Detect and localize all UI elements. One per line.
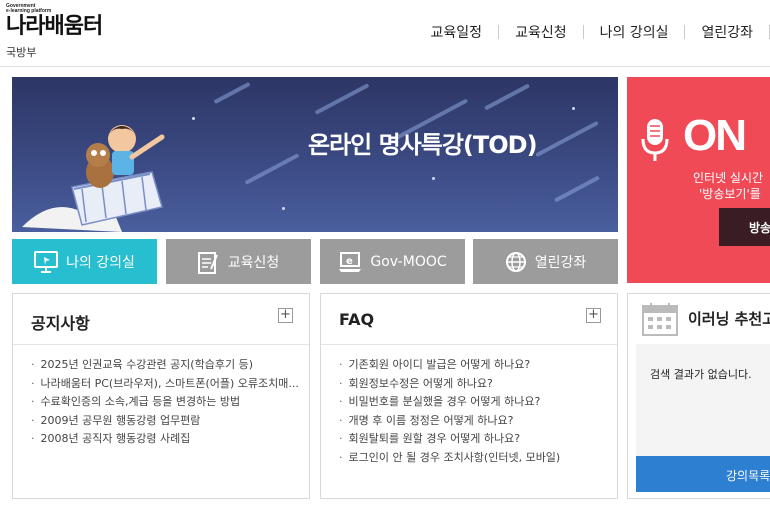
my-classroom-label: 나의 강의실 [66, 254, 135, 271]
faq-item[interactable]: 회원정보수정은 어떻게 하나요? [339, 375, 560, 394]
monitor-icon [34, 250, 59, 273]
live-description-1: 인터넷 실시간 [693, 171, 764, 185]
notice-title: 공지사항 [31, 314, 90, 333]
tod-banner[interactable]: 온라인 명사특강(TOD) [12, 77, 618, 232]
notice-list: 2025년 인권교육 수강관련 공지(학습후기 등) 나라배움터 PC(브라우저… [31, 356, 299, 449]
live-description-2: '방송보기'를 [699, 187, 761, 201]
open-lecture-button[interactable]: 열린강좌 [473, 239, 618, 284]
banner-streak [213, 81, 251, 105]
main-nav: 교육일정 교육신청 나의 강의실 열린강좌 [415, 20, 770, 44]
watch-broadcast-button[interactable]: 방송 [719, 208, 770, 246]
flying-bed-illustration [22, 125, 165, 232]
gov-mooc-button[interactable]: e Gov-MOOC [320, 239, 465, 284]
banner-streak [483, 83, 531, 111]
organization-name: 국방부 [6, 46, 37, 59]
banner-star [432, 177, 435, 180]
nav-item-apply[interactable]: 교육신청 [499, 22, 583, 42]
nav-item-schedule[interactable]: 교육일정 [415, 22, 499, 42]
site-logo[interactable]: Government e-learning platform 나라배움터 국방부 [6, 4, 103, 60]
globe-icon [505, 251, 527, 273]
form-icon [197, 250, 220, 274]
course-list-button[interactable]: 강의목록 [636, 456, 770, 492]
notice-item[interactable]: 2025년 인권교육 수강관련 공지(학습후기 등) [31, 356, 299, 375]
faq-panel: FAQ + 기존회원 아이디 발급은 어떻게 하나요? 회원정보수정은 어떻게 … [320, 293, 618, 499]
notice-item[interactable]: 나라배움터 PC(브라우저), 스마트폰(어플) 오류조치매... [31, 375, 299, 394]
notice-panel: 공지사항 + 2025년 인권교육 수강관련 공지(학습후기 등) 나라배움터 … [12, 293, 310, 499]
banner-streak [244, 153, 300, 185]
faq-item[interactable]: 로그인이 안 될 경우 조치사항(인터넷, 모바일) [339, 449, 561, 468]
notice-item[interactable]: 2008년 공직자 행동강령 사례집 [31, 430, 299, 449]
course-apply-label: 교육신청 [227, 254, 280, 271]
banner-star [572, 107, 575, 110]
faq-item[interactable]: 비밀번호를 분실했을 경우 어떻게 하나요? [339, 393, 560, 412]
live-broadcast-panel[interactable]: ON 인터넷 실시간 '방송보기'를 방송 [627, 77, 770, 283]
gov-mooc-label: Gov-MOOC [370, 253, 447, 270]
faq-list: 기존회원 아이디 발급은 어떻게 하나요? 회원정보수정은 어떻게 하나요? 비… [339, 356, 561, 468]
notice-item[interactable]: 수료확인증의 소속,계급 등을 변경하는 방법 [31, 393, 299, 412]
my-classroom-button[interactable]: 나의 강의실 [12, 239, 157, 284]
faq-item[interactable]: 회원탈퇴를 원할 경우 어떻게 하나요? [339, 430, 560, 449]
logo-name: 나라배움터 [6, 14, 103, 39]
svg-text:e: e [346, 256, 353, 267]
panel-divider [13, 344, 309, 345]
nav-item-my-classroom[interactable]: 나의 강의실 [584, 22, 685, 42]
live-on-label: ON [683, 111, 747, 160]
faq-item[interactable]: 기존회원 아이디 발급은 어떻게 하나요? [339, 356, 560, 375]
notice-item[interactable]: 2009년 공무원 행동강령 업무편람 [31, 412, 299, 431]
notice-more-button[interactable]: + [278, 308, 293, 323]
nav-item-open-lecture[interactable]: 열린강좌 [685, 22, 769, 42]
laptop-e-icon: e [338, 251, 362, 273]
elearning-title: 이러닝 추천고 [688, 310, 770, 328]
faq-item[interactable]: 개명 후 이름 정정은 어떻게 하나요? [339, 412, 560, 431]
header-divider [0, 66, 770, 67]
banner-streak [314, 83, 370, 115]
banner-title: 온라인 명사특강(TOD) [308, 131, 538, 159]
faq-more-button[interactable]: + [586, 308, 601, 323]
panel-divider [321, 344, 617, 345]
calendar-icon [642, 303, 678, 336]
banner-streak [535, 120, 599, 158]
banner-streak [553, 175, 601, 203]
microphone-icon [641, 119, 669, 161]
open-lecture-label: 열린강좌 [534, 254, 587, 271]
course-apply-button[interactable]: 교육신청 [166, 239, 311, 284]
elearning-recommend-panel: 이러닝 추천고 검색 결과가 없습니다. 강의목록 [627, 293, 770, 499]
empty-result-message: 검색 결과가 없습니다. [650, 368, 752, 381]
banner-star [282, 207, 285, 210]
faq-title: FAQ [339, 310, 375, 329]
